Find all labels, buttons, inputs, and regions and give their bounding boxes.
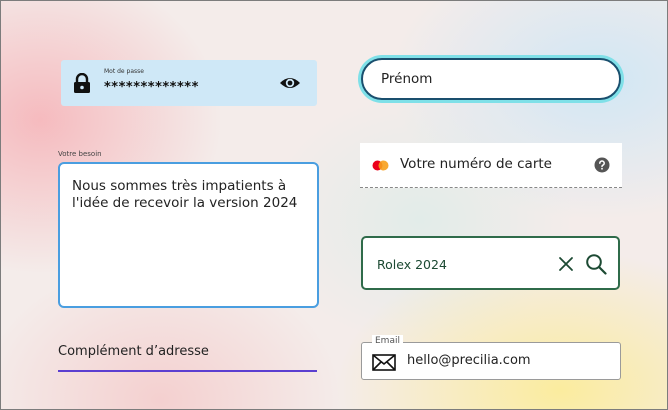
password-label: Mot de passe xyxy=(104,68,144,75)
password-value: ************* xyxy=(104,80,199,95)
search-field[interactable]: Rolex 2024 xyxy=(361,236,620,290)
complement-placeholder: Complément d’adresse xyxy=(58,344,209,359)
prenom-input[interactable]: Prénom xyxy=(361,58,621,100)
password-field[interactable]: Mot de passe ************* xyxy=(61,60,317,106)
help-icon[interactable] xyxy=(594,157,610,173)
envelope-icon xyxy=(372,354,396,371)
lock-icon xyxy=(74,73,90,93)
search-icon[interactable] xyxy=(585,253,607,275)
email-value: hello@precilia.com xyxy=(407,353,531,368)
complement-adresse-input[interactable]: Complément d’adresse xyxy=(58,344,317,372)
card-number-input[interactable]: Votre numéro de carte xyxy=(360,143,622,188)
besoin-label: Votre besoin xyxy=(58,150,102,158)
card-number-placeholder: Votre numéro de carte xyxy=(400,156,552,172)
card-brand-icon xyxy=(372,160,389,171)
besoin-textarea[interactable]: Nous sommes très impatients à l'idée de … xyxy=(58,162,319,308)
prenom-placeholder: Prénom xyxy=(381,71,433,87)
search-value: Rolex 2024 xyxy=(377,257,447,272)
close-icon[interactable] xyxy=(558,256,574,272)
eye-icon[interactable] xyxy=(279,74,301,92)
email-field[interactable]: Email hello@precilia.com xyxy=(361,335,621,380)
email-label: Email xyxy=(372,335,403,347)
